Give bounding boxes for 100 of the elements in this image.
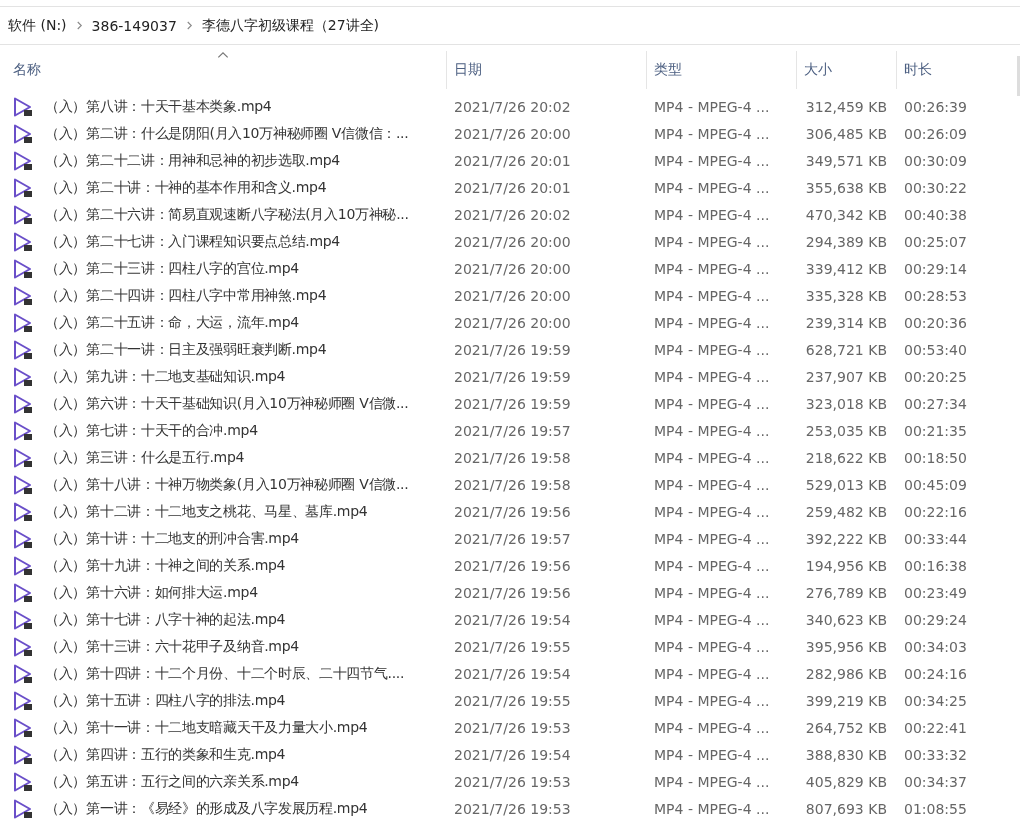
file-date: 2021/7/26 19:56 — [454, 584, 571, 601]
file-name[interactable]: （入）第三讲：什么是五行.mp4 — [45, 448, 245, 467]
file-type: MP4 - MPEG-4 ... — [654, 233, 770, 250]
chevron-icon — [185, 21, 193, 30]
file-name[interactable]: （入）第二十二讲：用神和忌神的初步选取.mp4 — [45, 151, 340, 170]
file-date: 2021/7/26 19:53 — [454, 773, 571, 790]
column-header[interactable]: 名称 — [0, 51, 447, 89]
file-name[interactable]: （入）第十八讲：十神万物类象(月入10万神秘师圈 V信微... — [45, 475, 409, 494]
file-duration: 00:20:36 — [904, 314, 967, 331]
file-name[interactable]: （入）第十二讲：十二地支之桃花、马星、墓库.mp4 — [45, 502, 368, 521]
file-size: 392,222 KB — [805, 530, 887, 547]
file-size: 395,956 KB — [805, 638, 887, 655]
file-name[interactable]: （入）第二十四讲：四柱八字中常用神煞.mp4 — [45, 286, 327, 305]
video-file-icon — [13, 636, 33, 657]
file-duration: 00:18:50 — [904, 449, 967, 466]
file-type: MP4 - MPEG-4 ... — [654, 125, 770, 142]
file-date: 2021/7/26 20:00 — [454, 233, 571, 250]
file-size: 335,328 KB — [805, 287, 887, 304]
file-name[interactable]: （入）第二十五讲：命，大运，流年.mp4 — [45, 313, 299, 332]
file-date: 2021/7/26 19:56 — [454, 503, 571, 520]
file-date: 2021/7/26 19:54 — [454, 746, 571, 763]
file-type: MP4 - MPEG-4 ... — [654, 692, 770, 709]
file-name[interactable]: （入）第十九讲：十神之间的关系.mp4 — [45, 556, 286, 575]
file-size: 470,342 KB — [805, 206, 887, 223]
file-type: MP4 - MPEG-4 ... — [654, 503, 770, 520]
video-file-icon — [13, 555, 33, 576]
file-name[interactable]: （入）第五讲：五行之间的六亲关系.mp4 — [45, 772, 299, 791]
file-date: 2021/7/26 19:59 — [454, 395, 571, 412]
file-name[interactable]: （入）第十一讲：十二地支暗藏天干及力量大小.mp4 — [45, 718, 368, 737]
file-name[interactable]: （入）第十六讲：如何排大运.mp4 — [45, 583, 258, 602]
video-file-icon — [13, 501, 33, 522]
file-type: MP4 - MPEG-4 ... — [654, 314, 770, 331]
file-duration: 01:08:55 — [904, 800, 967, 817]
column-header[interactable]: 大小 — [797, 51, 897, 89]
column-header[interactable]: 时长 — [897, 51, 1020, 89]
file-type: MP4 - MPEG-4 ... — [654, 179, 770, 196]
file-name[interactable]: （入）第九讲：十二地支基础知识.mp4 — [45, 367, 286, 386]
file-date: 2021/7/26 19:53 — [454, 800, 571, 817]
file-type: MP4 - MPEG-4 ... — [654, 800, 770, 817]
file-date: 2021/7/26 19:54 — [454, 665, 571, 682]
file-type: MP4 - MPEG-4 ... — [654, 638, 770, 655]
file-type: MP4 - MPEG-4 ... — [654, 773, 770, 790]
file-name[interactable]: （入）第八讲：十天干基本类象.mp4 — [45, 97, 272, 116]
breadcrumb-item[interactable]: 李德八字初级课程（27讲全) — [201, 16, 380, 35]
video-file-icon — [13, 150, 33, 171]
file-size: 282,986 KB — [805, 665, 887, 682]
file-type: MP4 - MPEG-4 ... — [654, 368, 770, 385]
file-duration: 00:28:53 — [904, 287, 967, 304]
video-file-icon — [13, 528, 33, 549]
file-date: 2021/7/26 19:56 — [454, 557, 571, 574]
file-duration: 00:16:38 — [904, 557, 967, 574]
video-file-icon — [13, 177, 33, 198]
file-date: 2021/7/26 19:59 — [454, 368, 571, 385]
file-type: MP4 - MPEG-4 ... — [654, 665, 770, 682]
file-name[interactable]: （入）第六讲：十天干基础知识(月入10万神秘师圈 V信微... — [45, 394, 409, 413]
video-file-icon — [13, 690, 33, 711]
file-date: 2021/7/26 19:53 — [454, 719, 571, 736]
file-name[interactable]: （入）第四讲：五行的类象和生克.mp4 — [45, 745, 286, 764]
file-name[interactable]: （入）第二十七讲：入门课程知识要点总结.mp4 — [45, 232, 340, 251]
file-name[interactable]: （入）第二讲：什么是阴阳(月入10万神秘师圈 V信微信：... — [45, 124, 409, 143]
column-header[interactable]: 日期 — [447, 51, 647, 89]
file-size: 388,830 KB — [805, 746, 887, 763]
file-date: 2021/7/26 20:00 — [454, 287, 571, 304]
file-name[interactable]: （入）第二十六讲：简易直观速断八字秘法(月入10万神秘... — [45, 205, 409, 224]
file-name[interactable]: （入）第二十讲：十神的基本作用和含义.mp4 — [45, 178, 327, 197]
file-date: 2021/7/26 19:58 — [454, 476, 571, 493]
file-name[interactable]: （入）第一讲：《易经》的形成及八字发展历程.mp4 — [45, 799, 368, 818]
file-type: MP4 - MPEG-4 ... — [654, 422, 770, 439]
file-type: MP4 - MPEG-4 ... — [654, 476, 770, 493]
file-name[interactable]: （入）第十四讲：十二个月份、十二个时辰、二十四节气.... — [45, 664, 405, 683]
breadcrumb-item[interactable]: 386-149037 — [91, 17, 177, 34]
file-size: 276,789 KB — [805, 584, 887, 601]
file-name[interactable]: （入）第二十三讲：四柱八字的宫位.mp4 — [45, 259, 299, 278]
file-size: 807,693 KB — [805, 800, 887, 817]
video-file-icon — [13, 771, 33, 792]
file-duration: 00:22:41 — [904, 719, 967, 736]
file-date: 2021/7/26 20:02 — [454, 206, 571, 223]
video-file-icon — [13, 474, 33, 495]
file-name[interactable]: （入）第二十一讲：日主及强弱旺衰判断.mp4 — [45, 340, 327, 359]
video-file-icon — [13, 96, 33, 117]
file-name[interactable]: （入）第十五讲：四柱八字的排法.mp4 — [45, 691, 286, 710]
column-header[interactable]: 类型 — [647, 51, 797, 89]
file-duration: 00:34:25 — [904, 692, 967, 709]
file-name[interactable]: （入）第七讲：十天干的合冲.mp4 — [45, 421, 258, 440]
file-name[interactable]: （入）第十讲：十二地支的刑冲合害.mp4 — [45, 529, 299, 548]
file-name[interactable]: （入）第十七讲：八字十神的起法.mp4 — [45, 610, 286, 629]
file-date: 2021/7/26 19:57 — [454, 422, 571, 439]
video-file-icon — [13, 123, 33, 144]
file-name[interactable]: （入）第十三讲：六十花甲子及纳音.mp4 — [45, 637, 299, 656]
file-duration: 00:30:09 — [904, 152, 967, 169]
video-file-icon — [13, 609, 33, 630]
file-size: 237,907 KB — [805, 368, 887, 385]
file-type: MP4 - MPEG-4 ... — [654, 584, 770, 601]
breadcrumb-item[interactable]: 软件 (N:) — [8, 16, 67, 35]
chevron-icon — [75, 21, 83, 30]
file-date: 2021/7/26 20:02 — [454, 98, 571, 115]
file-duration: 00:30:22 — [904, 179, 967, 196]
file-date: 2021/7/26 20:00 — [454, 260, 571, 277]
scrollbar[interactable] — [1017, 56, 1020, 96]
file-duration: 00:24:16 — [904, 665, 967, 682]
